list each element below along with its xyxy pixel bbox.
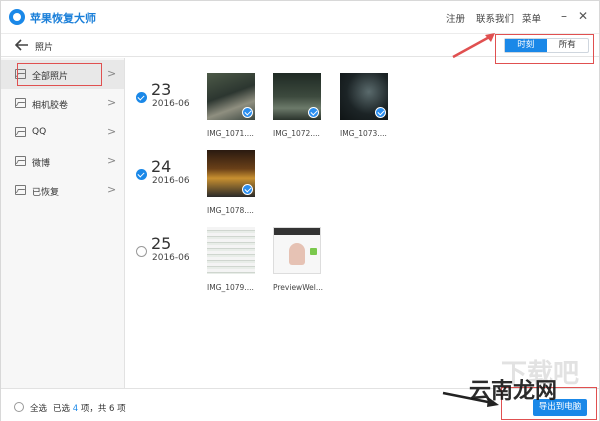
photo-caption: IMG_1072.... [273, 129, 320, 138]
register-link[interactable]: 注册 [446, 11, 465, 25]
photo-caption: IMG_1073.... [340, 129, 387, 138]
photo-thumbnail[interactable]: IMG_1078.... [207, 150, 255, 215]
title-bar: 苹果恢复大师 注册 联系我们 菜单 – ✕ [1, 1, 599, 33]
photo-caption: IMG_1079.... [207, 283, 254, 292]
photo-caption: IMG_1071.... [207, 129, 254, 138]
chevron-right-icon: > [107, 125, 117, 138]
check-icon[interactable] [242, 107, 253, 118]
photo-image [207, 227, 255, 274]
app-title: 苹果恢复大师 [30, 12, 96, 25]
minimize-icon[interactable]: – [557, 9, 571, 23]
menu-link[interactable]: 菜单 [522, 11, 541, 25]
image-icon [15, 156, 26, 166]
selection-summary: 已选 4 项，共 6 项 [53, 402, 126, 414]
sidebar-item-label: 相机胶卷 [32, 101, 69, 111]
sidebar-item-recovered[interactable]: 已恢复 > [1, 176, 124, 205]
annotation-highlight-box [17, 63, 102, 86]
chevron-right-icon: > [107, 96, 117, 109]
sidebar-item-label: 微博 [32, 159, 51, 169]
selection-count: 4 [72, 404, 79, 414]
photo-thumbnail[interactable]: IMG_1072.... [273, 73, 321, 138]
selection-prefix: 已选 [53, 404, 71, 414]
select-all-label[interactable]: 全选 [30, 402, 47, 414]
group-day: 23 [151, 80, 172, 99]
sidebar-item-camera-roll[interactable]: 相机胶卷 > [1, 89, 124, 118]
photo-thumbnail[interactable]: IMG_1079.... [207, 227, 255, 292]
photo-thumbnail[interactable]: PreviewWel... [273, 227, 323, 292]
chevron-right-icon: > [107, 154, 117, 167]
image-icon [15, 98, 26, 108]
select-all-radio[interactable] [14, 402, 24, 412]
group-month: 2016-06 [152, 176, 190, 186]
photo-thumbnail[interactable]: IMG_1073.... [340, 73, 388, 138]
group-checkbox[interactable] [136, 92, 147, 103]
chevron-right-icon: > [107, 183, 117, 196]
group-day: 25 [151, 234, 172, 253]
annotation-highlight-box [495, 34, 594, 64]
sidebar-item-weibo[interactable]: 微博 > [1, 147, 124, 176]
annotation-arrow-icon [452, 33, 495, 59]
watermark: 云南龙网 [469, 379, 558, 404]
app-logo-icon [9, 9, 25, 25]
photo-thumbnail[interactable]: IMG_1071.... [207, 73, 255, 138]
sidebar-item-qq[interactable]: QQ > [1, 118, 124, 147]
group-month: 2016-06 [152, 99, 190, 109]
selection-suffix: 项，共 6 项 [80, 404, 126, 414]
photo-grid: 23 2016-06 IMG_1071.... IMG_1072.... IMG… [126, 58, 599, 388]
group-checkbox[interactable] [136, 246, 147, 257]
group-day: 24 [151, 157, 172, 176]
app-window: 苹果恢复大师 注册 联系我们 菜单 – ✕ 照片 时刻 所有 全部照片 > 相机… [0, 0, 600, 421]
back-arrow-icon[interactable] [15, 38, 29, 52]
photo-caption: PreviewWel... [273, 283, 324, 292]
sidebar-item-label: 已恢复 [32, 188, 60, 198]
check-icon[interactable] [242, 184, 253, 195]
image-icon [15, 127, 26, 137]
group-checkbox[interactable] [136, 169, 147, 180]
sidebar: 全部照片 > 相机胶卷 > QQ > 微博 > 已恢复 > [1, 58, 125, 388]
photo-caption: IMG_1078.... [207, 206, 254, 215]
check-icon[interactable] [375, 107, 386, 118]
image-icon [15, 185, 26, 195]
check-icon[interactable] [308, 107, 319, 118]
page-title: 照片 [35, 43, 54, 53]
chevron-right-icon: > [107, 67, 117, 80]
sidebar-item-label: QQ [32, 127, 47, 137]
contact-link[interactable]: 联系我们 [476, 11, 514, 25]
close-icon[interactable]: ✕ [576, 9, 590, 23]
photo-image [273, 227, 321, 274]
group-month: 2016-06 [152, 253, 190, 263]
